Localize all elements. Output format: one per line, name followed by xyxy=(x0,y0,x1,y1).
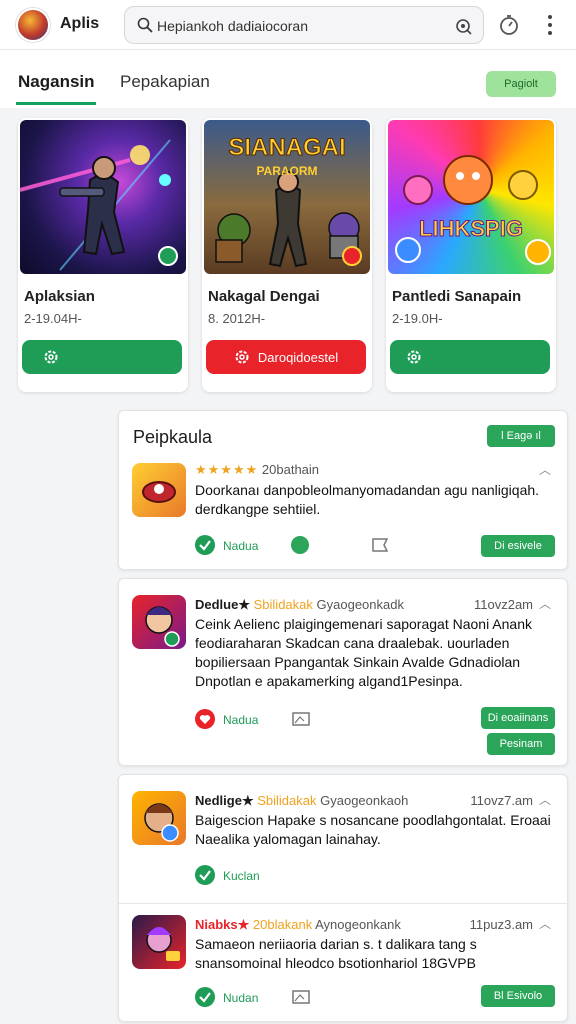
review-app-icon xyxy=(132,915,186,969)
game-artwork: LIHKSPIG xyxy=(388,120,554,274)
reviews-header: Peipkaula xyxy=(133,427,213,447)
review-action-label[interactable]: Nadua xyxy=(223,539,258,553)
game-meta: 2-19.04H- xyxy=(24,311,82,326)
more-options-icon[interactable] xyxy=(540,13,560,37)
review-app-icon xyxy=(132,595,186,649)
reviews-panel: Peipkaula l Eagə ıl ★★★★★ 20bathain ︿ Do… xyxy=(118,410,569,1022)
star-rating: ★★★★★ xyxy=(195,462,259,477)
review-section: Peipkaula l Eagə ıl ★★★★★ 20bathain ︿ Do… xyxy=(118,410,568,570)
review-action-label[interactable]: Kuclan xyxy=(223,869,260,883)
game-art-title: LIHKSPIG xyxy=(419,216,524,242)
toggle-icon[interactable] xyxy=(291,536,309,554)
game-title: Nakagal Dengai xyxy=(208,288,320,305)
game-art-title: SIANAGAI xyxy=(228,134,346,162)
chevron-up-icon[interactable]: ︿ xyxy=(539,915,551,932)
review-action-label[interactable]: Nudan xyxy=(223,991,258,1005)
review-time: 11ovz2am xyxy=(473,597,533,612)
game-art-subtitle: PARAORM xyxy=(256,164,318,178)
active-tab-indicator xyxy=(16,102,96,105)
review-app-icon xyxy=(132,463,186,517)
game-meta: 8. 2012H- xyxy=(208,311,266,326)
game-action-label: Naesaeliagnsiaan xyxy=(430,349,534,365)
game-card[interactable]: Aplaksian 2-19.04H- Nerlasiag Paran xyxy=(18,118,188,392)
timer-icon[interactable] xyxy=(498,14,520,36)
review-text: Samaeon neriiaoria darian s. t dalikara … xyxy=(195,936,477,971)
review-text: Baigescion Hapake s nosancane poodlahgon… xyxy=(195,812,551,847)
chevron-up-icon[interactable]: ︿ xyxy=(539,461,551,478)
review-rating-text: 20bathain xyxy=(261,462,320,477)
search-bar[interactable] xyxy=(124,6,484,44)
chevron-up-icon[interactable]: ︿ xyxy=(539,791,551,808)
top-bar: Aplis xyxy=(0,0,576,50)
review-rating-row: ★★★★★ 20bathain xyxy=(195,462,319,478)
review-action-label[interactable]: Nadua xyxy=(223,713,258,727)
badge-icon xyxy=(158,246,178,266)
reviewer-handle: Gyaogeonkadk xyxy=(316,597,404,612)
review-header-row: Niabks★ 20blakank Aynogeonkank 11puz3.am xyxy=(195,917,557,933)
game-action-button[interactable]: Nerlasiag Paran xyxy=(22,340,182,374)
review-section: Nedlige★ Sbilidakak Gyaogeonkaoh 11ovz7.… xyxy=(118,774,569,1022)
game-meta: 2-19.0H- xyxy=(392,311,443,326)
badge-icon xyxy=(342,246,362,266)
gear-icon xyxy=(235,350,249,364)
gear-icon xyxy=(44,350,58,364)
heart-icon[interactable] xyxy=(195,709,215,729)
reviewer-handle: Aynogeonkank xyxy=(315,917,401,932)
reviewer-handle: Gyaogeonkaoh xyxy=(320,793,409,808)
camera-icon[interactable] xyxy=(453,16,473,36)
review-rating-text: 20blakank xyxy=(252,917,313,932)
review-rating-text: Sbilidakak xyxy=(253,597,313,612)
app-name: Aplis xyxy=(60,15,100,32)
review-time: 11ovz7.am xyxy=(470,793,533,808)
chevron-up-icon[interactable]: ︿ xyxy=(539,595,551,612)
game-action-button[interactable]: Naesaeliagnsiaan xyxy=(390,340,550,374)
flag-icon[interactable] xyxy=(291,989,311,1005)
review-header-row: Nedlige★ Sbilidakak Gyaogeonkaoh 11ovz7.… xyxy=(195,793,557,809)
review-header-row: Dedlue★ Sbilidakak Gyaogeonkadk 11ovz2am xyxy=(195,597,557,613)
review-pill-secondary[interactable]: Pesinam xyxy=(487,733,555,755)
review-text: Doorkanaı danpobleolmanyomadandan agu na… xyxy=(195,482,540,517)
review-app-icon xyxy=(132,791,186,845)
reviewer-name: Niabks★ xyxy=(195,917,250,932)
game-card[interactable]: LIHKSPIG Pantledi Sanapain 2-19.0H- Naes… xyxy=(386,118,556,392)
top-action-pill[interactable]: Pagiolt xyxy=(486,71,556,97)
flag-icon[interactable] xyxy=(371,537,391,553)
game-artwork xyxy=(20,120,186,274)
game-title: Pantledi Sanapain xyxy=(392,288,522,305)
divider xyxy=(119,903,569,904)
review-time: 11puz3.am xyxy=(469,917,533,932)
review-text: Ceink Aelienc plaigingemenari saporagat … xyxy=(195,616,532,689)
game-action-label: Nerlasiag Paran xyxy=(67,349,161,365)
review-section: Dedlue★ Sbilidakak Gyaogeonkadk 11ovz2am… xyxy=(118,578,568,766)
review-pill[interactable]: Di esivele xyxy=(481,535,555,557)
gear-icon xyxy=(407,350,421,364)
game-card[interactable]: SIANAGAI PARAORM Nakagal Dengai 8. 2012H… xyxy=(202,118,372,392)
review-pill[interactable]: Di eoaiinans xyxy=(481,707,555,729)
review-pill[interactable]: Bl Esivolo xyxy=(481,985,555,1007)
game-action-button[interactable]: Daroqidoestel xyxy=(206,340,366,374)
game-title: Aplaksian xyxy=(24,288,95,305)
search-icon xyxy=(137,17,153,33)
reviewer-name: Nedlige★ xyxy=(195,793,254,808)
check-icon[interactable] xyxy=(195,865,215,885)
tab-pepakapian[interactable]: Pepakapian xyxy=(120,72,210,92)
flag-icon[interactable] xyxy=(291,711,311,727)
game-action-label: Daroqidoestel xyxy=(257,349,339,365)
check-icon[interactable] xyxy=(195,535,215,555)
reviewer-name: Dedlue★ xyxy=(195,597,250,612)
tab-nagansin[interactable]: Nagansin xyxy=(18,72,95,92)
check-icon[interactable] xyxy=(195,987,215,1007)
app-logo[interactable] xyxy=(16,8,50,42)
search-input[interactable] xyxy=(157,15,447,37)
game-artwork: SIANAGAI PARAORM xyxy=(204,120,370,274)
reviews-header-pill[interactable]: l Eagə ıl xyxy=(487,425,555,447)
review-rating-text: Sbilidakak xyxy=(257,793,317,808)
